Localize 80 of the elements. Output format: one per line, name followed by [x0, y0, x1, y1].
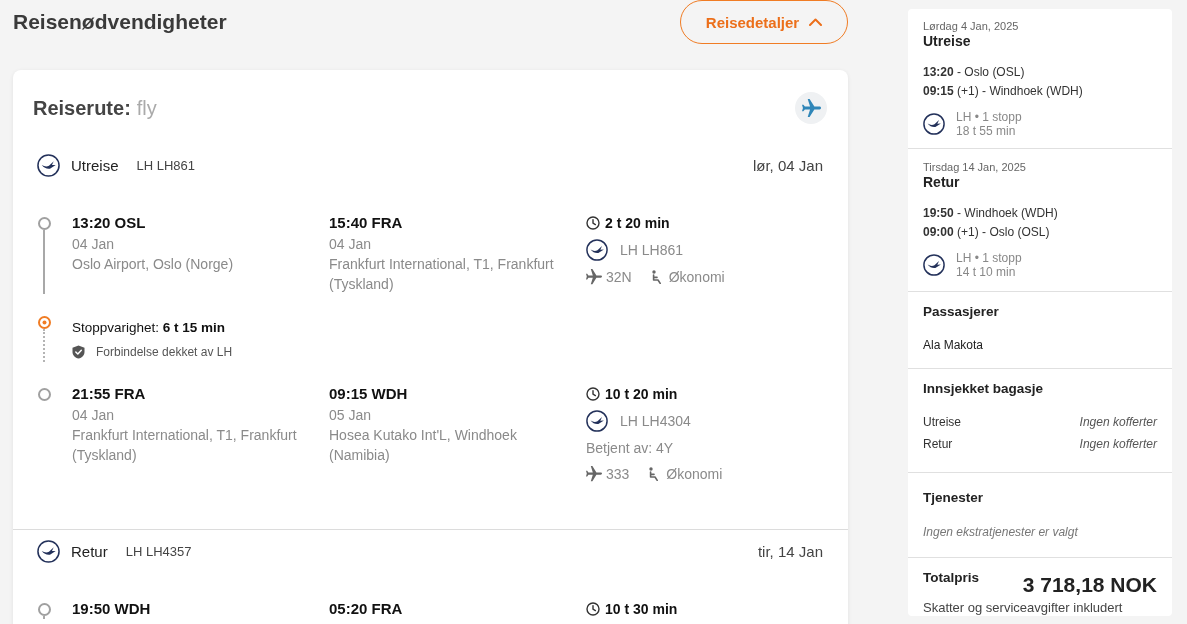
trip-duration: 14 t 10 min	[956, 265, 1017, 279]
trip-date: Lørdag 4 Jan, 2025	[923, 19, 1020, 33]
total-note: Skatter og serviceavgifter inkludert	[923, 600, 1124, 616]
connection-note: Forbindelse dekket av LH	[96, 344, 233, 361]
timeline-dot-icon	[37, 217, 51, 230]
baggage-label: Retur	[923, 436, 953, 452]
section-title: Tjenester	[923, 489, 985, 507]
departure-time: 13:20 OSL	[72, 213, 147, 233]
page-title: Reisenødvendigheter	[13, 10, 227, 34]
flight-number: LH LH861	[620, 241, 684, 260]
baggage-value: Ingen kofferter	[1079, 414, 1157, 430]
arrival-text: 09:00 (+1) - Oslo (OSL)	[923, 224, 1051, 240]
flight-duration: 10 t 20 min	[605, 385, 678, 404]
arrival-date: 04 Jan	[329, 235, 373, 254]
airplane-icon	[586, 269, 602, 285]
timeline-dot-icon	[37, 603, 51, 616]
shield-check-icon	[72, 345, 85, 359]
bird-logo-icon	[37, 539, 60, 563]
arrival-time: 15:40 FRA	[329, 213, 404, 233]
cabin-class: Økonomi	[668, 268, 725, 287]
clock-icon	[586, 602, 600, 616]
section-title: Passasjerer	[923, 303, 1000, 321]
segment-direction: Utreise	[71, 156, 119, 174]
arrival-time: 09:15 WDH	[329, 384, 409, 404]
departure-text: 19:50 - Windhoek (WDH)	[923, 205, 1059, 221]
trip-title: Utreise	[923, 33, 972, 49]
baggage-label: Utreise	[923, 414, 961, 430]
airplane-icon	[795, 92, 827, 124]
arrival-date: 05 Jan	[329, 406, 373, 425]
timeline-dot-icon	[37, 388, 51, 401]
bird-logo-icon	[923, 254, 945, 276]
segment-direction: Retur	[71, 542, 108, 560]
operated-by-text: Betjent av: 4Y	[586, 439, 675, 458]
segment-date: tir, 14 Jan	[757, 542, 823, 560]
departure-place: Oslo Airport, Oslo (Norge)	[72, 255, 235, 274]
seat-icon	[647, 467, 661, 481]
itinerary-label: Reiserute:	[33, 96, 131, 119]
arrival-text: 09:15 (+1) - Windhoek (WDH)	[923, 83, 1084, 99]
flight-duration: 2 t 20 min	[605, 214, 670, 233]
segment-flight: LH LH4357	[125, 543, 192, 559]
flight-number: LH LH4304	[620, 412, 691, 431]
services-empty-text: Ingen ekstratjenester er valgt	[923, 524, 1079, 540]
passenger-name: Ala Makota	[923, 337, 985, 353]
departure-place: Frankfurt International, T1, Frankfurt (Tyskland)	[72, 426, 298, 465]
aircraft-type: 32N	[606, 268, 632, 287]
baggage-value: Ingen kofferter	[1079, 436, 1157, 452]
aircraft-type: 333	[606, 465, 630, 484]
carrier-stops: LH • 1 stopp	[956, 110, 1022, 124]
cabin-class: Økonomi	[666, 465, 723, 484]
bird-logo-icon	[586, 239, 608, 261]
seat-icon	[649, 270, 663, 284]
segment-date: lør, 04 Jan	[752, 156, 823, 174]
stop-duration: Stoppvarighet: 6 t 15 min	[72, 319, 227, 337]
transport-mode: fly	[136, 96, 157, 119]
bird-logo-icon	[37, 153, 60, 177]
bird-logo-icon	[586, 410, 608, 432]
flight-duration: 10 t 30 min	[605, 600, 678, 619]
bird-logo-icon	[923, 113, 945, 135]
airplane-icon	[586, 466, 602, 482]
clock-icon	[586, 216, 600, 230]
clock-icon	[586, 387, 600, 401]
departure-time: 19:50 WDH	[72, 599, 152, 619]
trip-title: Retur	[923, 174, 961, 190]
arrival-place: Frankfurt International, T1, Frankfurt (Tyskland)	[329, 255, 555, 294]
segment-flight: LH LH861	[136, 157, 196, 173]
section-title: Innsjekket bagasje	[923, 380, 1045, 398]
trip-duration: 18 t 55 min	[956, 124, 1017, 138]
arrival-time: 05:20 FRA	[329, 599, 404, 619]
trip-date: Tirsdag 14 Jan, 2025	[923, 160, 1027, 174]
departure-date: 04 Jan	[72, 406, 116, 425]
carrier-stops: LH • 1 stopp	[956, 251, 1022, 265]
departure-time: 21:55 FRA	[72, 384, 147, 404]
total-amount: 3 718,18 NOK	[1022, 573, 1157, 597]
departure-date: 04 Jan	[72, 235, 116, 254]
arrival-place: Hosea Kutako Int'L, Windhoek (Namibia)	[329, 426, 518, 465]
stop-marker-icon	[37, 316, 51, 329]
timeline-line	[43, 230, 45, 294]
total-label: Totalpris	[923, 569, 979, 587]
departure-text: 13:20 - Oslo (OSL)	[923, 64, 1026, 80]
timeline-line	[43, 329, 45, 362]
